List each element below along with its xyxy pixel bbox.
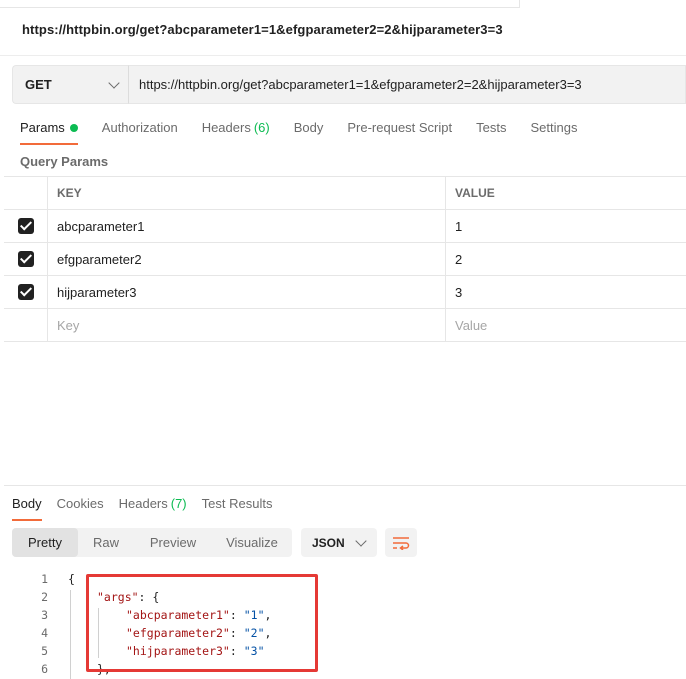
new-value-input[interactable]: Value: [446, 309, 686, 341]
query-params-label: Query Params: [20, 154, 109, 169]
new-key-input[interactable]: Key: [48, 309, 446, 341]
request-title: https://httpbin.org/get?abcparameter1=1&…: [22, 22, 503, 37]
response-divider: [4, 485, 686, 486]
url-input[interactable]: https://httpbin.org/get?abcparameter1=1&…: [128, 65, 686, 104]
tab-response-body-label: Body: [12, 496, 42, 511]
method-label: GET: [25, 77, 52, 92]
tab-settings-label: Settings: [530, 120, 578, 135]
tab-pre-request-script-label: Pre-request Script: [347, 120, 453, 135]
table-row: efgparameter2 2: [4, 243, 686, 276]
url-bar: GET https://httpbin.org/get?abcparameter…: [12, 65, 686, 104]
params-status-dot-icon: [69, 124, 78, 132]
tab-tests[interactable]: Tests: [476, 120, 506, 142]
tab-test-results-label: Test Results: [201, 496, 273, 511]
param-key-cell[interactable]: efgparameter2: [48, 243, 446, 275]
response-tabs: Body Cookies Headers (7) Test Results: [12, 496, 287, 521]
tab-tests-label: Tests: [476, 120, 507, 135]
tab-test-results[interactable]: Test Results: [202, 496, 273, 518]
top-tab-strip: [0, 0, 520, 8]
tab-headers[interactable]: Headers (6): [202, 120, 270, 142]
tab-response-body[interactable]: Body: [12, 496, 42, 521]
line-number: 6: [41, 662, 48, 676]
row-check-cell: [4, 309, 48, 341]
tab-headers-count: (6): [253, 120, 270, 135]
key-column-header: KEY: [48, 177, 446, 209]
tab-headers-label: Headers: [201, 120, 251, 135]
tab-pre-request-script[interactable]: Pre-request Script: [347, 120, 452, 142]
value-column-header: VALUE: [455, 186, 495, 200]
wrap-lines-button[interactable]: [385, 528, 417, 557]
checkbox-checked-icon[interactable]: [17, 251, 34, 267]
view-mode-group: Pretty Raw Preview Visualize: [12, 528, 292, 557]
param-key-cell[interactable]: hijparameter3: [48, 276, 446, 308]
view-preview-button[interactable]: Preview: [134, 528, 212, 557]
query-params-table: KEY VALUE abcparameter1 1 efgparameter2 …: [4, 176, 686, 342]
line-number: 2: [41, 590, 48, 604]
table-row: hijparameter3 3: [4, 276, 686, 309]
request-tabs: Params Authorization Headers (6) Body Pr…: [20, 120, 601, 145]
tab-params-label: Params: [20, 120, 65, 135]
tab-authorization-label: Authorization: [101, 120, 178, 135]
row-check-cell: [4, 276, 48, 308]
param-value-cell[interactable]: 2: [446, 243, 686, 275]
param-value-cell[interactable]: 1: [446, 210, 686, 242]
table-header-row: KEY VALUE: [4, 177, 686, 210]
row-check-cell: [4, 243, 48, 275]
wrap-lines-icon: [393, 536, 410, 550]
view-visualize-button[interactable]: Visualize: [212, 528, 292, 557]
line-number: 3: [41, 608, 48, 622]
chevron-down-icon: [108, 76, 120, 89]
table-row: abcparameter1 1: [4, 210, 686, 243]
method-select[interactable]: GET: [12, 65, 128, 104]
code-line: {: [68, 572, 75, 586]
chevron-down-icon: [355, 534, 367, 547]
param-value-cell[interactable]: 3: [446, 276, 686, 308]
checkbox-checked-icon[interactable]: [17, 218, 34, 234]
tab-params[interactable]: Params: [20, 120, 78, 145]
view-pretty-button[interactable]: Pretty: [12, 528, 78, 557]
param-key-cell[interactable]: abcparameter1: [48, 210, 446, 242]
tab-body-label: Body: [293, 120, 324, 135]
row-check-cell: [4, 210, 48, 242]
tab-settings[interactable]: Settings: [530, 120, 577, 142]
code-text: {: [68, 572, 75, 586]
highlight-annotation-box: [86, 574, 318, 672]
header-check-cell: [4, 177, 48, 209]
new-param-row: Key Value: [4, 309, 686, 342]
line-number: 5: [41, 644, 48, 658]
tab-response-headers-label: Headers: [118, 496, 168, 511]
title-divider: [0, 55, 686, 56]
checkbox-checked-icon[interactable]: [17, 284, 34, 300]
tab-authorization[interactable]: Authorization: [102, 120, 178, 142]
tab-body[interactable]: Body: [294, 120, 324, 142]
tab-cookies-label: Cookies: [56, 496, 104, 511]
tab-cookies[interactable]: Cookies: [57, 496, 104, 518]
format-select[interactable]: JSON: [301, 528, 377, 557]
format-label: JSON: [312, 535, 345, 550]
tab-response-headers-count: (7): [170, 496, 187, 511]
line-number: 4: [41, 626, 48, 640]
tab-response-headers[interactable]: Headers (7): [119, 496, 187, 518]
view-raw-button[interactable]: Raw: [78, 528, 134, 557]
line-number: 1: [41, 572, 48, 586]
